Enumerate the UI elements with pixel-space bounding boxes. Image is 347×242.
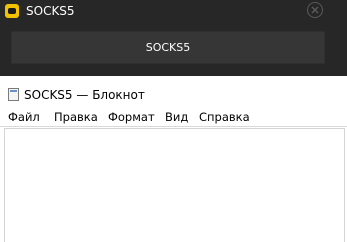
vpn-app-window: SOCKS5 SOCKS5 [0,0,347,76]
close-icon [311,6,319,14]
close-button[interactable] [307,2,323,18]
notepad-title: SOCKS5 — Блокнот [24,88,145,102]
notepad-window: SOCKS5 — Блокнот Файл Правка Формат Вид … [0,76,347,242]
menu-format[interactable]: Формат [108,110,155,124]
menu-help[interactable]: Справка [199,110,250,124]
text-editor-area[interactable] [4,128,345,242]
vpn-app-titlebar: SOCKS5 [0,0,347,25]
menu-view[interactable]: Вид [165,110,188,124]
vpn-app-title: SOCKS5 [26,4,75,18]
menu-bar: Файл Правка Формат Вид Справка [0,107,347,127]
app-logo-icon [5,4,19,18]
menu-edit[interactable]: Правка [54,110,98,124]
menu-file[interactable]: Файл [8,110,40,124]
notepad-icon [8,88,19,101]
notepad-titlebar: SOCKS5 — Блокнот [0,76,347,107]
socks5-button[interactable]: SOCKS5 [11,31,325,64]
